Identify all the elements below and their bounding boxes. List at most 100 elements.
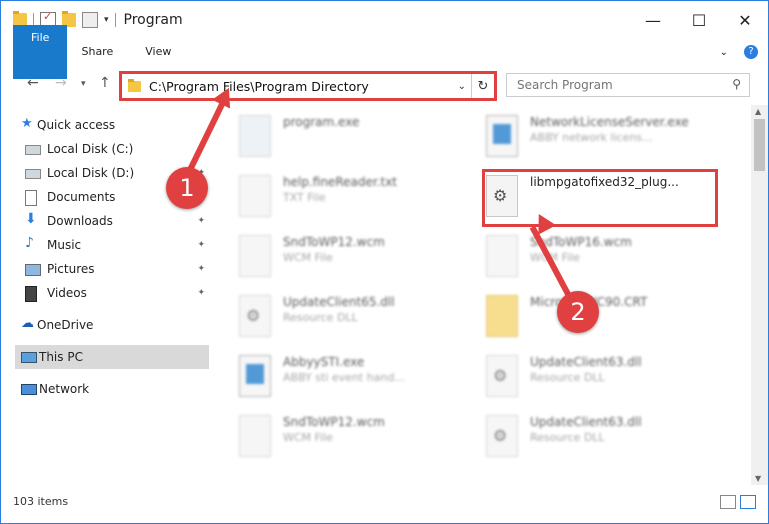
sidebar-item-pictures[interactable]: Pictures ✦ [15, 257, 209, 281]
sidebar-item-label: Downloads [47, 214, 113, 228]
forward-icon[interactable]: → [55, 75, 67, 91]
tab-view[interactable]: View [129, 39, 187, 65]
navigation-pane: ★ Quick access Local Disk (C:) ✦ Local D… [15, 105, 209, 485]
sidebar-item-label: Music [47, 238, 82, 252]
exe-file-icon [486, 115, 518, 157]
sidebar-item-downloads[interactable]: ⬇ Downloads ✦ [15, 209, 209, 233]
dll-file-icon: ⚙ [486, 355, 518, 397]
pin-icon[interactable]: ✦ [197, 288, 205, 298]
sidebar-item-onedrive[interactable]: ☁ OneDrive [15, 313, 209, 337]
sidebar-item-network[interactable]: Network [15, 377, 209, 401]
ribbon-tabs: File Home Share View ⌄ ? [1, 25, 768, 79]
downloads-icon: ⬇ [25, 211, 37, 227]
documents-icon [25, 190, 37, 206]
address-row: ← → ▾ ↑ C:\Program Files\Program Directo… [1, 67, 768, 103]
gear-icon: ⚙ [493, 366, 508, 385]
file-item[interactable]: program.exe [239, 111, 359, 165]
sidebar-item-label: Documents [47, 190, 116, 204]
sidebar-item-videos[interactable]: Videos ✦ [15, 281, 209, 305]
file-item[interactable]: help.fineReader.txt TXT File [239, 171, 397, 225]
wcm-file-icon [486, 235, 518, 277]
file-type: WCM File [283, 251, 333, 264]
customize-icon[interactable] [82, 12, 98, 28]
up-icon[interactable]: ↑ [99, 75, 111, 91]
file-highlight-box [482, 169, 718, 227]
star-icon: ★ [21, 116, 33, 131]
sidebar-item-local-disk-c[interactable]: Local Disk (C:) ✦ [15, 137, 209, 161]
file-name: UpdateClient63.dll [530, 355, 642, 369]
wcm-file-icon [239, 415, 271, 457]
expand-ribbon-icon[interactable]: ⌄ [720, 47, 728, 58]
scroll-up-icon[interactable]: ▲ [755, 107, 761, 116]
file-type: Resource DLL [283, 311, 358, 324]
music-icon: ♪ [25, 235, 34, 251]
explorer-window: ▾ Program — ☐ ✕ File Home Share View ⌄ ?… [0, 0, 769, 524]
search-input[interactable] [515, 74, 719, 96]
help-icon[interactable]: ? [744, 45, 758, 59]
file-item[interactable]: ⚙ UpdateClient65.dll Resource DLL [239, 291, 395, 345]
sidebar-item-quick-access[interactable]: ★ Quick access [15, 113, 209, 137]
computer-icon [21, 352, 37, 363]
videos-icon [25, 286, 37, 302]
file-name: AbbyySTI.exe [283, 355, 365, 369]
file-type: TXT File [283, 191, 326, 204]
close-button[interactable]: ✕ [722, 1, 768, 39]
file-name: UpdateClient65.dll [283, 295, 395, 309]
vertical-scrollbar[interactable]: ▲ ▼ [751, 105, 768, 485]
file-name: UpdateClient63.dll [530, 415, 642, 429]
file-item[interactable]: ⚙ UpdateClient63.dll Resource DLL [486, 411, 642, 465]
address-bar[interactable]: C:\Program Files\Program Directory ⌄ ↻ [119, 71, 497, 101]
details-view-icon[interactable] [720, 495, 736, 509]
dll-file-icon: ⚙ [486, 415, 518, 457]
sidebar-item-label: Pictures [47, 262, 95, 276]
exe-file-icon [239, 355, 271, 397]
address-path[interactable]: C:\Program Files\Program Directory [149, 79, 369, 94]
sidebar-item-label: Network [39, 382, 90, 396]
sidebar-item-this-pc[interactable]: This PC [15, 345, 209, 369]
file-type: Resource DLL [530, 371, 605, 384]
file-item[interactable]: NetworkLicenseServer.exe ABBY network lic… [486, 111, 689, 165]
recent-locations-icon[interactable]: ▾ [81, 79, 86, 89]
search-icon: ⚲ [732, 77, 741, 91]
tab-share[interactable]: Share [65, 39, 129, 65]
file-type: ABBY network licens... [530, 131, 653, 144]
pin-icon[interactable]: ✦ [197, 216, 205, 226]
file-item[interactable]: SndToWP12.wcm WCM File [239, 411, 385, 465]
sidebar-item-music[interactable]: ♪ Music ✦ [15, 233, 209, 257]
file-type: Resource DLL [530, 431, 605, 444]
sidebar-item-label: This PC [39, 350, 83, 364]
scroll-thumb[interactable] [754, 119, 765, 171]
file-item[interactable]: AbbyySTI.exe ABBY sti event hand... [239, 351, 405, 405]
wcm-file-icon [239, 235, 271, 277]
file-name: SndToWP12.wcm [283, 415, 385, 429]
folder-icon [128, 78, 141, 92]
folder-icon [486, 295, 518, 337]
minimize-button[interactable]: — [630, 1, 676, 39]
toolbar-divider [114, 13, 116, 27]
file-name: program.exe [283, 115, 360, 129]
refresh-icon[interactable]: ↻ [471, 74, 494, 98]
file-item[interactable]: ⚙ UpdateClient63.dll Resource DLL [486, 351, 642, 405]
maximize-button[interactable]: ☐ [676, 1, 722, 39]
address-dropdown-icon[interactable]: ⌄ [458, 81, 466, 92]
pin-icon[interactable]: ✦ [197, 264, 205, 274]
window-title: Program [123, 12, 183, 28]
text-file-icon [239, 175, 271, 217]
scroll-down-icon[interactable]: ▼ [755, 474, 761, 483]
file-name: SndToWP12.wcm [283, 235, 385, 249]
back-icon[interactable]: ← [27, 75, 39, 91]
sidebar-item-label: OneDrive [37, 318, 94, 332]
pin-icon[interactable]: ✦ [197, 240, 205, 250]
customize-dropdown-icon[interactable]: ▾ [104, 15, 109, 25]
large-icons-view-icon[interactable] [740, 495, 756, 509]
file-item[interactable]: SndToWP12.wcm WCM File [239, 231, 385, 285]
network-icon [21, 384, 37, 395]
cloud-icon: ☁ [21, 316, 34, 331]
item-count: 103 items [13, 494, 69, 508]
status-bar: 103 items [1, 487, 768, 515]
file-type: ABBY sti event hand... [283, 371, 405, 384]
search-box[interactable]: ⚲ [506, 73, 750, 97]
sidebar-item-label: Quick access [37, 118, 116, 132]
dll-file-icon: ⚙ [239, 295, 271, 337]
window-controls: — ☐ ✕ [630, 1, 768, 39]
